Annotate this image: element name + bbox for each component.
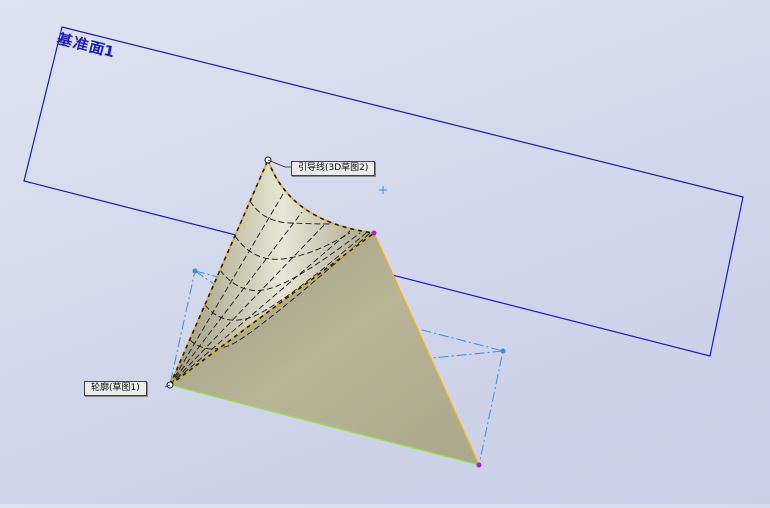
model-canvas[interactable]	[0, 0, 770, 504]
profile-callout[interactable]: 轮廓(草图1)	[84, 381, 147, 396]
guide-curve-callout[interactable]: 引导线(3D草图2)	[291, 161, 376, 176]
origin-crosshair-icon	[379, 186, 387, 194]
endpoint-right[interactable]	[371, 230, 377, 236]
endpoint-bottom[interactable]	[476, 462, 482, 468]
3d-viewport[interactable]: 基准面1 引导线(3D草图2) 轮廓(草图1)	[0, 0, 770, 504]
guide-callout-leader	[267, 159, 291, 168]
